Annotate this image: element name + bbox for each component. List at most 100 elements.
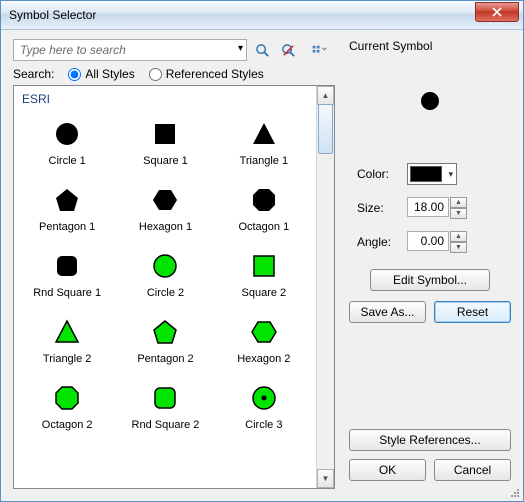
symbol-shape [244,315,284,349]
size-up-icon[interactable]: ▲ [450,197,467,208]
symbol-item[interactable]: Circle 2 [118,244,212,304]
symbol-item[interactable]: Square 1 [118,112,212,172]
symbol-item[interactable]: Octagon 1 [217,178,311,238]
symbol-list[interactable]: ESRI Circle 1 Square 1 Triangle 1 Pentagon … [14,86,317,488]
search-row: ▾ [13,39,335,61]
symbol-label: Rnd Square 1 [33,287,101,299]
color-swatch [410,166,442,182]
clear-search-icon[interactable] [277,39,299,61]
symbol-shape [145,315,185,349]
current-symbol-preview [420,61,440,141]
left-panel: ▾ Search: All Styles Referenced Styles [13,39,335,489]
symbol-properties: Color: ▾ Size: ▲▼ Angle: ▲▼ [357,163,511,253]
symbol-shape [47,249,87,283]
symbol-item[interactable]: Circle 3 [217,376,311,436]
angle-up-icon[interactable]: ▲ [450,231,467,242]
symbol-label: Circle 1 [49,155,86,167]
save-as-button[interactable]: Save As... [349,301,426,323]
color-picker[interactable]: ▾ [407,163,457,185]
cancel-button[interactable]: Cancel [434,459,511,481]
symbol-shape [244,249,284,283]
symbol-label: Square 2 [242,287,287,299]
view-mode-button[interactable] [303,39,335,61]
ok-cancel-row: OK Cancel [349,459,511,481]
angle-spinner: ▲▼ [407,231,511,253]
style-references-button[interactable]: Style References... [349,429,511,451]
color-label: Color: [357,167,407,181]
preview-shape [420,91,440,111]
symbol-shape [145,117,185,151]
symbol-label: Triangle 1 [240,155,289,167]
symbol-grid: Circle 1 Square 1 Triangle 1 Pentagon 1 Hexa… [20,112,311,436]
radio-all-styles[interactable]: All Styles [68,67,134,81]
symbol-shape [47,315,87,349]
symbol-shape [47,381,87,415]
search-icon[interactable] [251,39,273,61]
close-button[interactable] [475,2,519,22]
bottom-buttons: Style References... OK Cancel [349,429,511,489]
symbol-item[interactable]: Pentagon 2 [118,310,212,370]
search-dropdown-icon[interactable]: ▾ [238,43,243,54]
symbol-shape [145,381,185,415]
symbol-item[interactable]: Rnd Square 1 [20,244,114,304]
symbol-label: Octagon 1 [238,221,289,233]
dialog-body: ▾ Search: All Styles Referenced Styles [1,29,523,501]
size-input[interactable] [407,197,449,217]
current-symbol-label: Current Symbol [349,39,511,53]
symbol-shape [47,117,87,151]
symbol-shape [244,117,284,151]
reset-button[interactable]: Reset [434,301,511,323]
scroll-down-icon[interactable]: ▼ [317,469,334,488]
radio-ref-input[interactable] [149,68,162,81]
symbol-shape [145,249,185,283]
symbol-item[interactable]: Square 2 [217,244,311,304]
symbol-list-frame: ESRI Circle 1 Square 1 Triangle 1 Pentagon … [13,85,335,489]
window-title: Symbol Selector [9,8,475,22]
save-reset-row: Save As... Reset [349,301,511,323]
edit-symbol-button[interactable]: Edit Symbol... [370,269,490,291]
title-bar: Symbol Selector [1,1,523,30]
angle-input[interactable] [407,231,449,251]
size-spinner: ▲▼ [407,197,511,219]
angle-down-icon[interactable]: ▼ [450,242,467,253]
symbol-label: Circle 2 [147,287,184,299]
right-panel: Current Symbol Color: ▾ Size: ▲▼ Angle: … [349,39,511,489]
search-label: Search: [13,67,54,81]
symbol-label: Hexagon 2 [237,353,290,365]
symbol-item[interactable]: Triangle 1 [217,112,311,172]
radio-all-input[interactable] [68,68,81,81]
symbol-label: Hexagon 1 [139,221,192,233]
symbol-label: Rnd Square 2 [132,419,200,431]
symbol-label: Triangle 2 [43,353,92,365]
symbol-label: Circle 3 [245,419,282,431]
symbol-shape [244,381,284,415]
symbol-shape [47,183,87,217]
search-box: ▾ [13,39,247,61]
symbol-item[interactable]: Hexagon 2 [217,310,311,370]
radio-referenced-styles[interactable]: Referenced Styles [149,67,264,81]
size-down-icon[interactable]: ▼ [450,208,467,219]
symbol-item[interactable]: Circle 1 [20,112,114,172]
scroll-thumb[interactable] [318,104,333,154]
size-label: Size: [357,201,407,215]
symbol-item[interactable]: Hexagon 1 [118,178,212,238]
symbol-label: Octagon 2 [42,419,93,431]
symbol-item[interactable]: Octagon 2 [20,376,114,436]
symbol-selector-window: Symbol Selector ▾ [0,0,524,502]
symbol-item[interactable]: Pentagon 1 [20,178,114,238]
symbol-shape [145,183,185,217]
chevron-down-icon: ▾ [448,169,453,180]
symbol-shape [244,183,284,217]
symbol-item[interactable]: Rnd Square 2 [118,376,212,436]
category-header: ESRI [20,90,311,112]
angle-label: Angle: [357,235,407,249]
resize-grip-icon[interactable] [509,487,521,499]
symbol-label: Square 1 [143,155,188,167]
scrollbar[interactable]: ▲ ▼ [316,86,334,488]
search-scope-row: Search: All Styles Referenced Styles [13,67,335,81]
ok-button[interactable]: OK [349,459,426,481]
symbol-label: Pentagon 1 [39,221,95,233]
symbol-item[interactable]: Triangle 2 [20,310,114,370]
search-input[interactable] [13,39,247,61]
scroll-up-icon[interactable]: ▲ [317,86,334,105]
